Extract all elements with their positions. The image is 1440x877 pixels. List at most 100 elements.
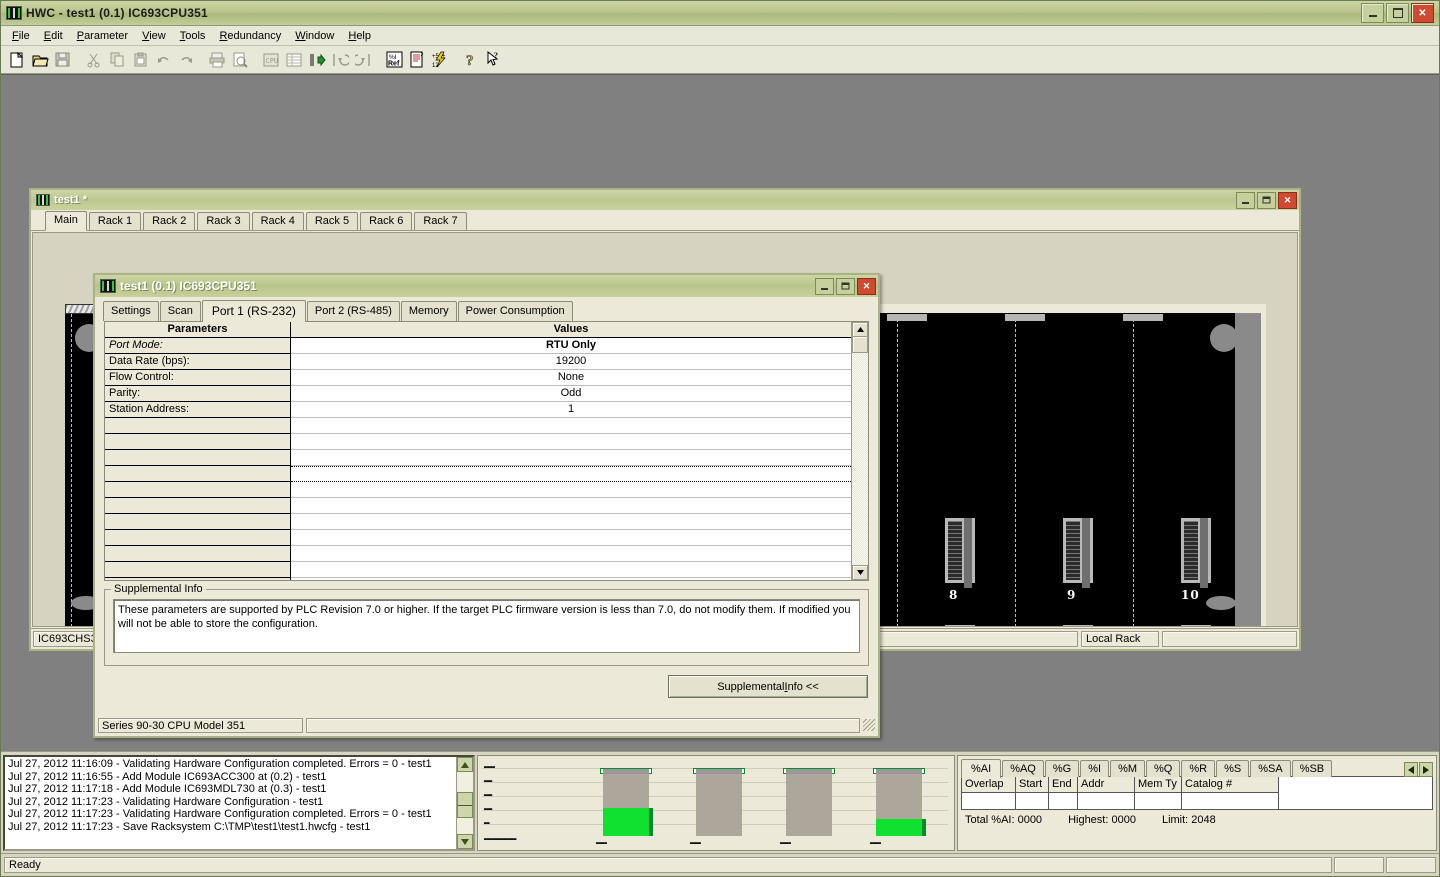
cut-scissors-icon[interactable] (83, 49, 105, 71)
table-row-empty[interactable] (105, 514, 851, 530)
log-scroll-down-button[interactable] (457, 834, 473, 849)
tab-sb[interactable]: %SB (1291, 760, 1333, 777)
list-item[interactable]: Jul 27, 2012 11:16:09 - Validating Hardw… (8, 758, 453, 771)
power-bar[interactable] (693, 768, 745, 836)
tab-power-consumption[interactable]: Power Consumption (457, 301, 573, 321)
tab-rack-3[interactable]: Rack 3 (197, 212, 250, 230)
table-row[interactable]: Data Rate (bps): 19200 (105, 354, 851, 370)
tab-rack-7[interactable]: Rack 7 (414, 212, 467, 230)
dialog-restore-button[interactable] (836, 277, 855, 295)
slot-connector[interactable] (1063, 518, 1093, 588)
tab-port-1-rs232[interactable]: Port 1 (RS-232) (201, 300, 306, 322)
reference-view-icon[interactable]: %I Ref (383, 49, 405, 71)
save-disk-icon[interactable] (52, 49, 74, 71)
mdi-close-button[interactable]: ✕ (1278, 191, 1297, 209)
slot-connector[interactable] (1181, 518, 1211, 588)
table-row[interactable]: Flow Control: None (105, 370, 851, 386)
tab-m[interactable]: %M (1110, 760, 1146, 777)
list-item[interactable]: Jul 27, 2012 11:17:23 - Validating Hardw… (8, 808, 453, 821)
table-row-empty[interactable] (105, 498, 851, 514)
insert-module-icon[interactable] (306, 49, 328, 71)
new-icon[interactable] (6, 49, 28, 71)
table-row-empty[interactable] (105, 434, 851, 450)
menu-help[interactable]: Help (341, 28, 378, 44)
scroll-down-button[interactable] (852, 565, 868, 580)
list-item[interactable]: Jul 27, 2012 11:16:55 - Add Module IC693… (8, 771, 453, 784)
tab-rack-4[interactable]: Rack 4 (251, 212, 304, 230)
tab-main[interactable]: Main (45, 211, 87, 231)
power-bar[interactable] (600, 768, 653, 836)
tab-ai[interactable]: %AI (961, 759, 1002, 778)
log-scrollbar[interactable] (456, 757, 473, 849)
param-value[interactable]: 19200 (291, 354, 851, 370)
tab-settings[interactable]: Settings (103, 301, 159, 321)
tab-rack-2[interactable]: Rack 2 (143, 212, 196, 230)
menu-window[interactable]: Window (288, 28, 341, 44)
grid-scrollbar[interactable] (851, 322, 868, 580)
param-value[interactable]: RTU Only (291, 338, 851, 354)
menu-redundancy[interactable]: Redundancy (212, 28, 288, 44)
close-button[interactable]: ✕ (1411, 3, 1434, 23)
table-row[interactable]: Port Mode: RTU Only (105, 338, 851, 354)
redo-arrow-icon[interactable] (175, 49, 197, 71)
menu-parameter[interactable]: Parameter (70, 28, 135, 44)
scroll-thumb[interactable] (852, 336, 868, 353)
list-item[interactable]: Jul 27, 2012 11:17:23 - Validating Hardw… (8, 796, 453, 809)
log-panel[interactable]: Jul 27, 2012 11:16:09 - Validating Hardw… (3, 755, 475, 851)
tab-memory[interactable]: Memory (400, 301, 457, 321)
list-item[interactable]: Jul 27, 2012 11:17:18 - Add Module IC693… (8, 783, 453, 796)
power-bar[interactable] (783, 768, 835, 836)
minimize-button[interactable] (1361, 3, 1384, 23)
tab-r[interactable]: %R (1181, 760, 1216, 777)
tab-port-2-rs485[interactable]: Port 2 (RS-485) (306, 301, 400, 321)
table-row-empty[interactable] (105, 546, 851, 562)
param-value[interactable]: Odd (291, 386, 851, 402)
context-help-icon[interactable]: ? (483, 49, 505, 71)
undo-arrow-icon[interactable] (152, 49, 174, 71)
tab-scroll-left-button[interactable] (1404, 762, 1418, 777)
rack-left-icon[interactable] (329, 49, 351, 71)
cpu-icon[interactable]: CPU (260, 49, 282, 71)
table-row-empty[interactable] (105, 418, 851, 434)
mdi-restore-button[interactable] (1257, 191, 1276, 209)
tab-rack-6[interactable]: Rack 6 (360, 212, 413, 230)
log-scroll-up-button[interactable] (457, 757, 473, 772)
copy-icon[interactable] (106, 49, 128, 71)
module-list-icon[interactable] (283, 49, 305, 71)
table-row-empty[interactable] (105, 450, 851, 466)
paste-clipboard-icon[interactable] (129, 49, 151, 71)
tab-rack-1[interactable]: Rack 1 (88, 212, 142, 230)
menu-view[interactable]: View (135, 28, 173, 44)
help-question-icon[interactable]: ? (460, 49, 482, 71)
table-row[interactable]: Parity: Odd (105, 386, 851, 402)
tab-aq[interactable]: %AQ (1002, 760, 1044, 777)
slot-connector[interactable] (945, 518, 975, 588)
table-row[interactable]: Station Address: 1 (105, 402, 851, 418)
power-bar[interactable] (873, 768, 926, 836)
rack-right-icon[interactable] (352, 49, 374, 71)
tab-i[interactable]: %I (1080, 760, 1110, 777)
tab-scroll-right-button[interactable] (1419, 762, 1433, 777)
tab-s[interactable]: %S (1216, 760, 1250, 777)
power-consumption-icon[interactable]: +5 ±12 (429, 49, 451, 71)
param-value[interactable]: None (291, 370, 851, 386)
report-icon[interactable] (406, 49, 428, 71)
tab-sa[interactable]: %SA (1250, 760, 1291, 777)
open-folder-icon[interactable] (29, 49, 51, 71)
menu-tools[interactable]: Tools (173, 28, 213, 44)
mdi-minimize-button[interactable] (1236, 191, 1255, 209)
print-preview-icon[interactable] (229, 49, 251, 71)
tab-rack-5[interactable]: Rack 5 (305, 212, 359, 230)
tab-q[interactable]: %Q (1146, 760, 1181, 777)
log-scroll-track[interactable] (457, 772, 473, 834)
dialog-minimize-button[interactable] (815, 277, 834, 295)
table-row-empty[interactable] (105, 578, 851, 580)
table-row-selected[interactable] (105, 466, 851, 482)
resize-grip[interactable] (863, 719, 875, 731)
supplemental-info-button[interactable]: Supplemental Info << (668, 675, 868, 698)
maximize-button[interactable] (1386, 3, 1409, 23)
table-row-empty[interactable] (105, 562, 851, 578)
scroll-up-button[interactable] (852, 322, 868, 337)
table-row-empty[interactable] (105, 530, 851, 546)
reference-table[interactable]: Overlap Start End Addr Mem Ty Catalog # (961, 776, 1433, 810)
